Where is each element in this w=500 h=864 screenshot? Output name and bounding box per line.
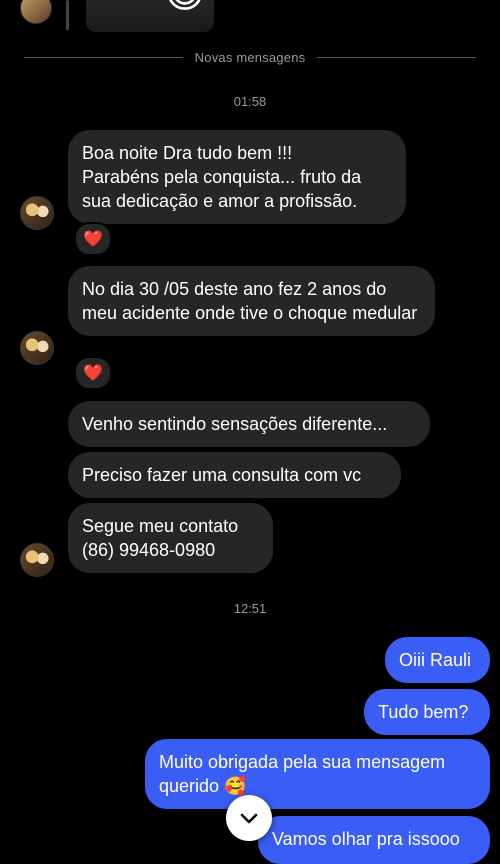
new-messages-label: Novas mensagens [194,49,306,65]
chevron-down-icon [240,813,258,824]
timestamp: 12:51 [233,601,267,616]
sender-avatar[interactable] [20,543,54,577]
new-messages-divider: Novas mensagens [24,48,477,66]
divider-line-right [317,56,477,58]
smile-emoji: 😄 [164,0,206,14]
incoming-message[interactable]: No dia 30 /05 deste ano fez 2 anos do me… [68,266,435,336]
incoming-message[interactable]: Boa noite Dra tudo bem !!! Parabéns pela… [68,130,406,224]
outgoing-message[interactable]: Muito obrigada pela sua mensagem querido… [145,739,490,809]
divider-line-left [24,56,183,58]
top-partial-strip: 😄 [0,0,500,36]
outgoing-message[interactable]: Tudo bem? [364,689,490,735]
heart-reaction[interactable]: ❤️ [74,222,112,256]
incoming-message[interactable]: Venho sentindo sensações diferente... [68,401,430,447]
avatar[interactable] [20,0,52,24]
sender-avatar[interactable] [20,196,54,230]
heart-reaction[interactable]: ❤️ [74,356,112,390]
timestamp: 01:58 [233,94,267,109]
sender-avatar[interactable] [20,331,54,365]
incoming-message[interactable]: Segue meu contato (86) 99468-0980 [68,503,273,573]
shared-media-thumbnail[interactable]: 😄 [86,0,214,32]
outgoing-message[interactable]: Oiii Rauli [385,637,490,683]
reply-indicator-bar [66,0,69,30]
outgoing-message[interactable]: Vamos olhar pra issooo [258,816,490,864]
scroll-to-bottom-button[interactable] [226,795,272,841]
incoming-message[interactable]: Preciso fazer uma consulta com vc [68,452,401,498]
